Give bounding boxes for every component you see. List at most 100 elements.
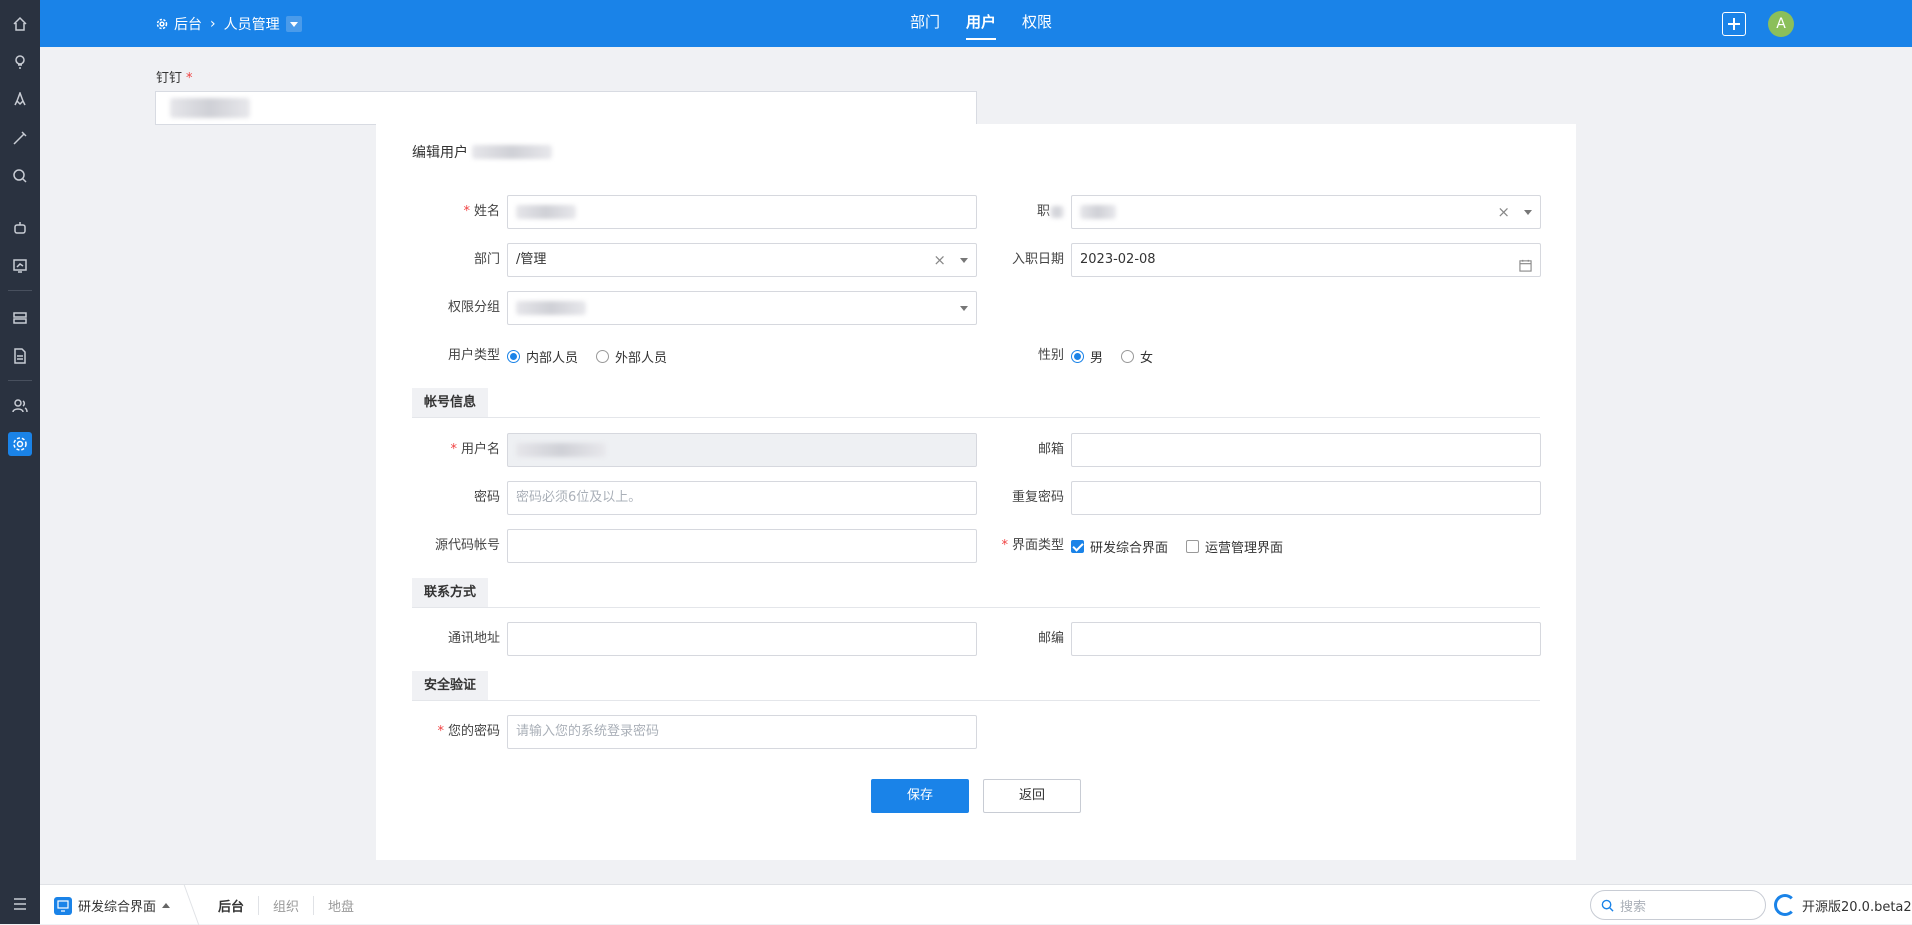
robot-icon[interactable]	[8, 216, 32, 240]
post-select[interactable]: ×	[1071, 195, 1541, 229]
bottom-bar: 研发综合界面 后台 组织 地盘 搜索 开源版20.0.beta2	[40, 884, 1912, 925]
search-icon	[1601, 899, 1614, 912]
dingtalk-label: 钉钉 *	[156, 71, 193, 86]
tab-backend[interactable]: 后台	[204, 896, 260, 915]
mode-label: 研发综合界面	[78, 900, 157, 915]
section-contact: 联系方式	[412, 578, 1540, 608]
breadcrumb-current[interactable]: 人员管理	[224, 14, 280, 34]
password-field[interactable]: 密码必须6位及以上。	[507, 481, 977, 515]
chart-board-icon[interactable]	[8, 254, 32, 278]
chevron-up-icon	[162, 903, 171, 908]
search-input[interactable]: 搜索	[1590, 890, 1766, 920]
chevron-down-icon	[1524, 210, 1532, 215]
email-field[interactable]	[1071, 433, 1541, 467]
radio-icon	[1121, 349, 1135, 363]
your-password-label: * 您的密码	[437, 724, 500, 739]
wand-icon[interactable]	[8, 126, 32, 150]
rocket-icon[interactable]	[8, 88, 32, 112]
monitor-icon	[54, 896, 72, 915]
chevron-down-icon	[960, 306, 968, 311]
dept-select[interactable]: /管理 ×	[507, 243, 977, 277]
section-account: 帐号信息	[412, 388, 1540, 418]
ui-type-label: * 界面类型	[1001, 538, 1064, 553]
breadcrumb-root[interactable]: 后台	[174, 14, 202, 34]
username-label: * 用户名	[450, 442, 500, 457]
version-info[interactable]: 开源版20.0.beta2	[1774, 894, 1912, 916]
chevron-down-icon[interactable]	[285, 16, 302, 32]
zip-field[interactable]	[1071, 622, 1541, 656]
document-icon[interactable]	[8, 344, 32, 368]
clear-icon[interactable]: ×	[933, 244, 946, 276]
nav-divider	[8, 380, 32, 381]
lightbulb-icon[interactable]	[8, 50, 32, 74]
perm-group-select[interactable]	[507, 291, 977, 325]
ui-type-checks: 研发综合界面 运营管理界面	[1071, 529, 1301, 563]
zip-label: 邮编	[1037, 631, 1064, 646]
radio-icon	[1071, 349, 1084, 363]
nav-divider	[8, 290, 32, 291]
gender-label: 性别	[1037, 348, 1064, 363]
hire-date-value: 2023-02-08	[1080, 252, 1156, 267]
avatar[interactable]: A	[1768, 11, 1794, 37]
gender-radios: 男 女	[1071, 339, 1171, 373]
user-type-external[interactable]: 外部人员	[596, 347, 667, 366]
top-bar: 后台 › 人员管理 部门 用户 权限 A	[40, 0, 1912, 47]
tab-permission[interactable]: 权限	[1022, 0, 1052, 47]
name-field[interactable]	[507, 195, 977, 229]
home-icon[interactable]	[8, 12, 32, 36]
your-password-field[interactable]: 请输入您的系统登录密码	[507, 715, 977, 749]
checkbox-icon	[1186, 539, 1200, 553]
chevron-down-icon	[960, 258, 968, 263]
dept-label: 部门	[473, 252, 500, 267]
breadcrumb: 后台 › 人员管理	[156, 14, 302, 34]
divider	[170, 885, 200, 925]
redacted-username	[472, 145, 552, 159]
bottom-tabs: 后台 组织 地盘	[204, 896, 368, 915]
tab-user[interactable]: 用户	[966, 0, 997, 47]
tab-dashboard[interactable]: 地盘	[314, 896, 368, 915]
password-label: 密码	[473, 490, 500, 505]
save-button[interactable]: 保存	[871, 779, 969, 813]
user-type-radios: 内部人员 外部人员	[507, 339, 685, 373]
layers-icon[interactable]	[8, 306, 32, 330]
search-icon[interactable]	[8, 164, 32, 188]
edit-user-panel: 编辑用户 * 姓名 职 × 部门 /管理 × 入职日期 2023-02-08 权限…	[376, 124, 1576, 860]
tab-org[interactable]: 组织	[259, 896, 315, 915]
dept-value: /管理	[516, 252, 547, 267]
chevron-right-icon: ›	[210, 16, 216, 32]
gear-icon	[156, 18, 168, 30]
hire-date-field[interactable]: 2023-02-08	[1071, 243, 1541, 277]
gear-icon[interactable]	[8, 432, 32, 456]
address-field[interactable]	[507, 622, 977, 656]
users-icon[interactable]	[8, 394, 32, 418]
post-label: 职	[972, 195, 1064, 229]
address-label: 通讯地址	[447, 631, 500, 646]
repeat-password-label: 重复密码	[1011, 490, 1064, 505]
radio-icon	[596, 349, 610, 363]
gender-female[interactable]: 女	[1121, 347, 1153, 366]
left-nav	[0, 0, 40, 924]
panel-title: 编辑用户	[412, 142, 552, 162]
source-account-label: 源代码帐号	[434, 538, 500, 553]
name-label: * 姓名	[463, 204, 500, 219]
menu-toggle-icon[interactable]	[8, 892, 32, 916]
email-label: 邮箱	[1037, 442, 1064, 457]
tab-dept[interactable]: 部门	[910, 0, 940, 47]
ui-type-rd[interactable]: 研发综合界面	[1071, 537, 1168, 556]
logo-icon	[1774, 894, 1796, 916]
calendar-icon[interactable]	[1519, 253, 1532, 285]
checkbox-icon	[1071, 539, 1084, 553]
repeat-password-field[interactable]	[1071, 481, 1541, 515]
user-type-internal[interactable]: 内部人员	[507, 347, 578, 366]
hire-date-label: 入职日期	[1011, 252, 1064, 267]
clear-icon[interactable]: ×	[1497, 196, 1510, 228]
username-field	[507, 433, 977, 467]
mode-switcher[interactable]: 研发综合界面	[54, 896, 171, 915]
dingtalk-field[interactable]	[155, 91, 977, 125]
ui-type-ops[interactable]: 运营管理界面	[1186, 537, 1283, 556]
add-icon[interactable]	[1722, 12, 1746, 36]
radio-icon	[507, 349, 520, 363]
gender-male[interactable]: 男	[1071, 347, 1103, 366]
source-account-field[interactable]	[507, 529, 977, 563]
back-button[interactable]: 返回	[983, 779, 1081, 813]
